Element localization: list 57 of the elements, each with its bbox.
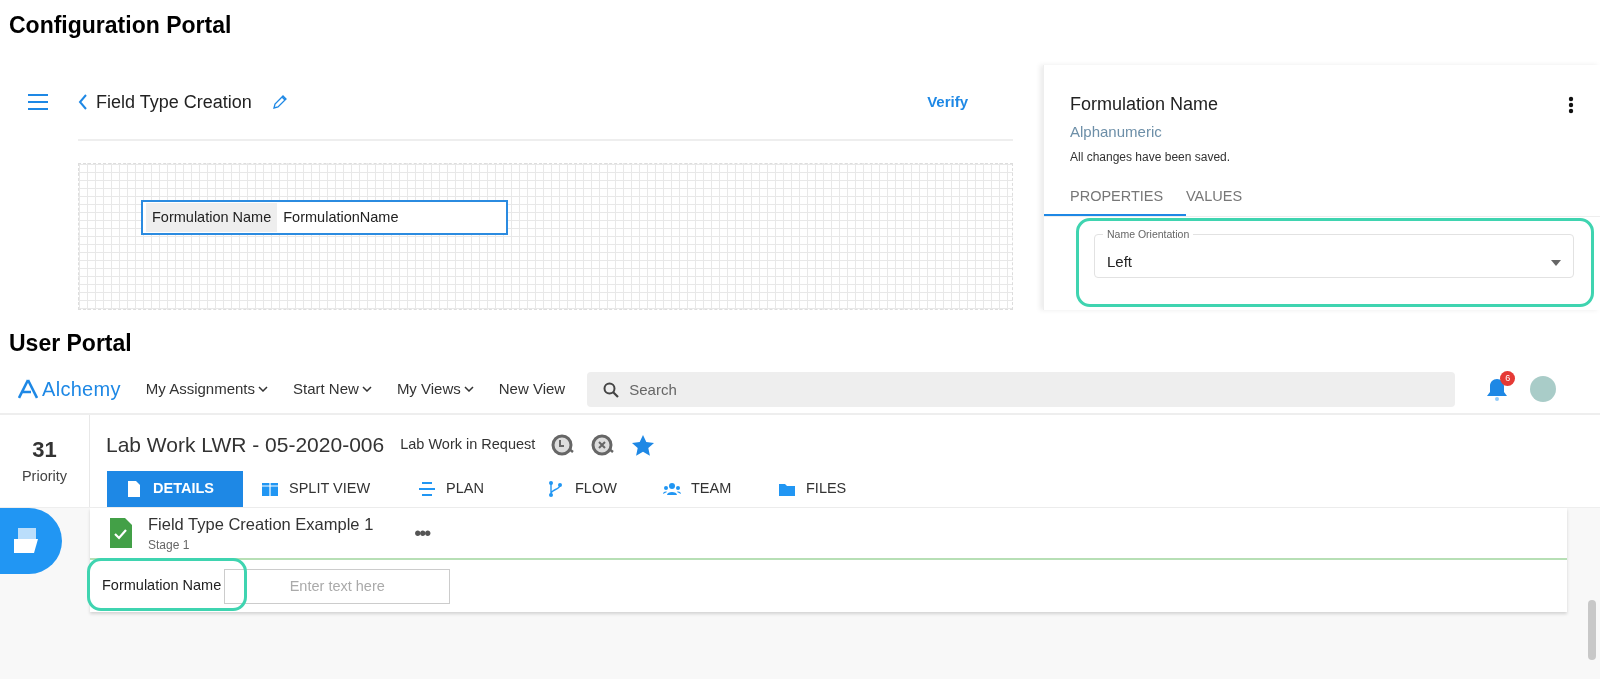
nav-menu-item[interactable]: My Assignments (145, 377, 268, 401)
scrollbar-thumb[interactable] (1588, 600, 1596, 660)
brand-name: Alchemy (42, 377, 121, 402)
team-icon (663, 480, 681, 498)
record-tab[interactable]: SPLIT VIEW (243, 471, 400, 507)
field-type: Alphanumeric (1069, 122, 1163, 142)
cancel-icon[interactable] (591, 434, 616, 456)
record-title: Lab Work LWR - 05-2020-006 (106, 432, 385, 459)
split-icon (261, 480, 279, 498)
save-status: All changes have been saved. (1069, 148, 1232, 166)
nav-menu-item[interactable]: Start New (293, 377, 372, 401)
record-status: Lab Work in Request (400, 435, 536, 455)
more-options-button[interactable]: ••• (408, 517, 436, 549)
nav-menu-item[interactable]: New View (498, 377, 566, 401)
document-check-icon (110, 518, 132, 548)
panel-title: Formulation Name (1069, 93, 1220, 116)
notification-bell-icon[interactable] (1485, 377, 1510, 401)
chevron-down-icon (258, 386, 268, 392)
verify-button[interactable]: Verify (927, 90, 968, 114)
section-heading: Configuration Portal (8, 11, 233, 40)
field-label: Formulation Name (146, 202, 278, 233)
search-icon (603, 381, 620, 398)
section-heading: User Portal (8, 329, 133, 358)
chevron-down-icon (463, 386, 474, 392)
logo-icon (18, 379, 38, 399)
record-tab[interactable]: TEAM (645, 471, 760, 507)
stage-label: Stage 1 (148, 537, 191, 555)
select-value: Left (1107, 252, 1134, 273)
clock-icon[interactable] (551, 434, 576, 456)
text-input[interactable]: Enter text here (224, 568, 451, 604)
floating-action-button[interactable] (0, 508, 62, 574)
priority-label: Priority (20, 467, 69, 486)
more-options-icon[interactable] (1568, 95, 1574, 114)
nav-menu-item[interactable]: My Views (396, 377, 474, 401)
panel-tab[interactable]: VALUES (1186, 179, 1269, 216)
plan-icon (418, 480, 436, 498)
notification-count: 6 (1500, 371, 1516, 386)
menu-icon[interactable] (27, 93, 49, 111)
field-label: Formulation Name (102, 576, 222, 596)
edit-icon[interactable] (271, 94, 288, 110)
section-title: Field Type Creation Example 1 (148, 513, 374, 535)
field-value: FormulationName (282, 207, 399, 227)
record-tab[interactable]: FLOW (529, 471, 645, 507)
page-title: Field Type Creation (96, 90, 252, 114)
dropdown-caret-icon[interactable] (1551, 259, 1561, 266)
document-icon (125, 480, 143, 498)
back-icon[interactable] (78, 94, 88, 110)
record-tab[interactable]: FILES (760, 471, 860, 507)
star-icon[interactable] (631, 433, 656, 457)
search-field[interactable]: Search (587, 371, 1456, 407)
flow-icon (547, 480, 565, 498)
chevron-down-icon (361, 386, 372, 392)
record-tab[interactable]: PLAN (400, 471, 529, 507)
priority-value: 31 (31, 436, 58, 464)
panel-tab[interactable]: PROPERTIES (1044, 179, 1186, 216)
canvas-field[interactable]: Formulation Name FormulationName (141, 200, 508, 235)
record-tab[interactable]: DETAILS (107, 471, 243, 507)
